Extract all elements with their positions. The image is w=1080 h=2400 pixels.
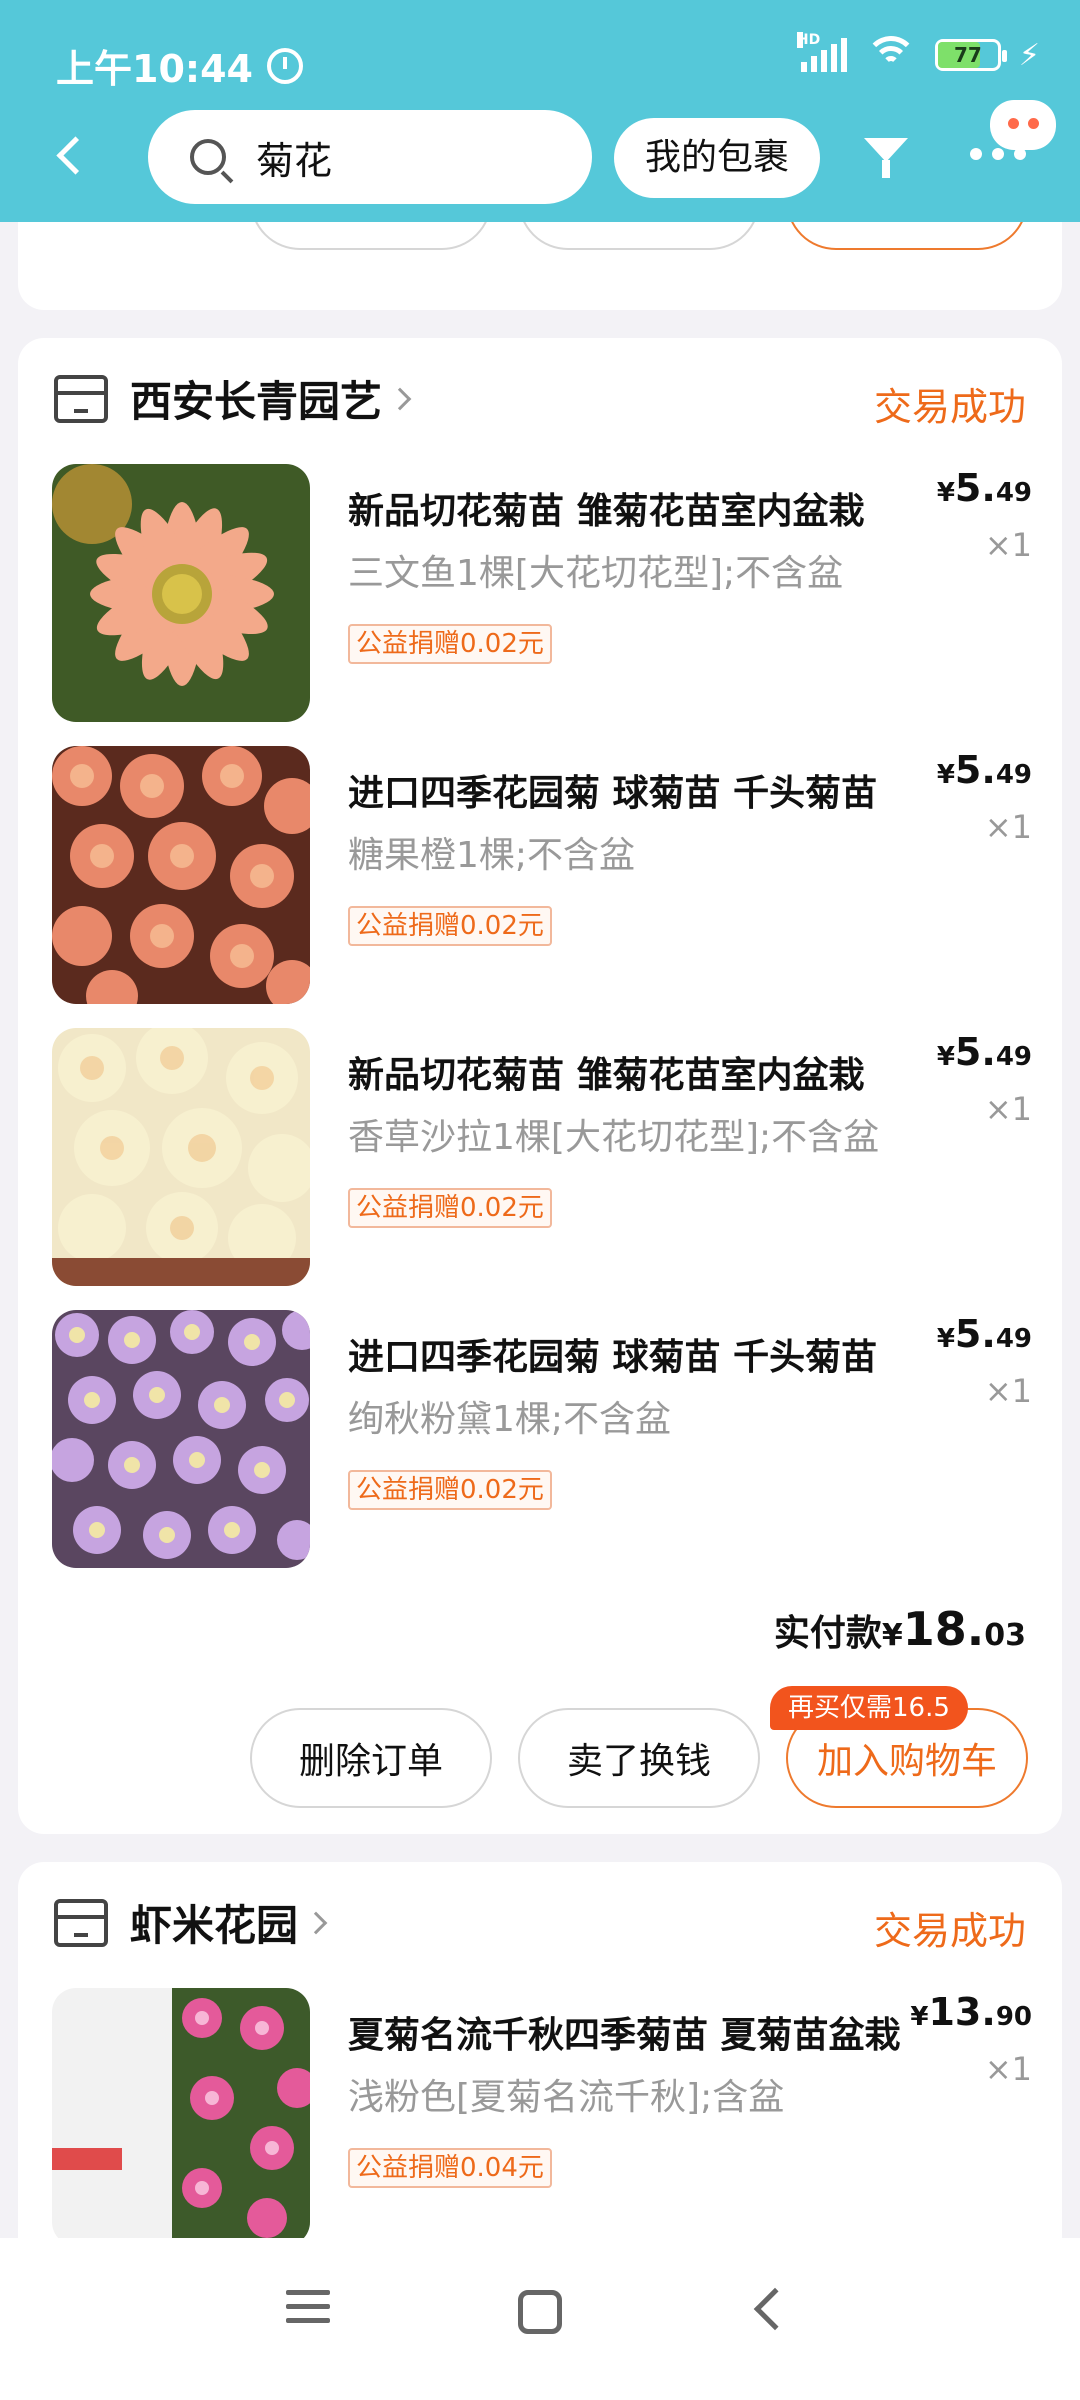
product-price: ¥5.49 (936, 1030, 1032, 1074)
search-query: 菊花 (256, 138, 333, 183)
order-item[interactable]: 进口四季花园菊 球菊苗 千头菊苗 绚秋粉黛1棵;不含盆 公益捐赠0.02元 ¥5… (52, 1310, 1032, 1570)
order-status: 交易成功 (873, 385, 1026, 429)
order-item[interactable]: 新品切花菊苗 雏菊花苗室内盆栽 三文鱼1棵[大花切花型];不含盆 公益捐赠0.0… (52, 464, 1032, 724)
order-card: 西安长青园艺 交易成功 新品切花菊苗 雏菊花苗室内盆栽 三文鱼1棵[大花切花型]… (18, 338, 1062, 1834)
battery-icon: 77 (934, 39, 1007, 71)
product-title: 进口四季花园菊 球菊苗 千头菊苗 (348, 773, 878, 814)
store-icon (54, 1898, 108, 1947)
clock-text: 上午10:44 (56, 47, 253, 91)
shop-name: 西安长青园艺 (130, 377, 383, 426)
order-status: 交易成功 (873, 1909, 1026, 1953)
product-image (52, 1310, 310, 1568)
order-total: 实付款 ¥ 18. 03 (774, 1602, 1026, 1656)
donation-tag: 公益捐赠0.02元 (348, 624, 552, 664)
product-image (52, 464, 310, 722)
product-image (52, 1028, 310, 1286)
product-title: 夏菊名流千秋四季菊苗 夏菊苗盆栽 (348, 2015, 901, 2056)
product-title: 新品切花菊苗 雏菊花苗室内盆栽 (348, 491, 865, 532)
home-icon[interactable] (518, 2290, 562, 2334)
donation-tag: 公益捐赠0.02元 (348, 1188, 552, 1228)
product-title: 新品切花菊苗 雏菊花苗室内盆栽 (348, 1055, 865, 1096)
rebuy-price-badge: 再买仅需16.5 (770, 1686, 968, 1730)
shop-header[interactable]: 虾米花园 (54, 1892, 328, 1953)
search-icon (190, 139, 226, 175)
order-item[interactable]: 夏菊名流千秋四季菊苗 夏菊苗盆栽 浅粉色[夏菊名流千秋];含盆 公益捐赠0.04… (52, 1988, 1032, 2248)
product-variant: 糖果橙1棵;不含盆 (348, 835, 636, 876)
donation-tag: 公益捐赠0.04元 (348, 2148, 552, 2188)
product-quantity: ×1 (984, 2050, 1032, 2088)
product-variant: 香草沙拉1棵[大花切花型];不含盆 (348, 1117, 880, 1158)
app-header: 上午10:44 HD 77 ⚡ 菊花 我的包裹 (0, 0, 1080, 222)
message-bubble-icon[interactable] (990, 100, 1056, 150)
product-price: ¥5.49 (936, 466, 1032, 510)
status-bar: 上午10:44 HD 77 ⚡ (0, 0, 1080, 120)
product-variant: 绚秋粉黛1棵;不含盆 (348, 1399, 672, 1440)
search-input[interactable]: 菊花 (148, 110, 592, 204)
back-icon[interactable] (753, 2287, 797, 2331)
status-icons: HD 77 ⚡ (796, 32, 1040, 74)
sell-for-cash-button[interactable]: 卖了换钱 (518, 1708, 760, 1808)
recent-apps-icon[interactable] (286, 2290, 330, 2332)
nav-row: 菊花 我的包裹 (0, 100, 1080, 204)
total-cents: 03 (984, 1618, 1026, 1653)
donation-tag: 公益捐赠0.02元 (348, 1470, 552, 1510)
back-arrow-icon[interactable] (52, 132, 92, 180)
currency-symbol: ¥ (881, 1618, 903, 1653)
product-quantity: ×1 (984, 1090, 1032, 1128)
total-amount: 18. (902, 1602, 985, 1656)
product-price: ¥5.49 (936, 748, 1032, 792)
order-item[interactable]: 进口四季花园菊 球菊苗 千头菊苗 糖果橙1棵;不含盆 公益捐赠0.02元 ¥5.… (52, 746, 1032, 1006)
filter-icon[interactable] (862, 134, 910, 182)
charging-icon: ⚡ (1018, 37, 1040, 73)
product-price: ¥5.49 (936, 1312, 1032, 1356)
product-variant: 三文鱼1棵[大花切花型];不含盆 (348, 553, 844, 594)
product-quantity: ×1 (984, 1372, 1032, 1410)
total-label: 实付款 (773, 1613, 882, 1654)
product-price: ¥13.90 (910, 1990, 1032, 2034)
donation-tag: 公益捐赠0.02元 (348, 906, 552, 946)
shop-name: 虾米花园 (130, 1901, 299, 1950)
system-navigation-bar (0, 2238, 1080, 2400)
alarm-icon (266, 47, 303, 84)
order-item[interactable]: 新品切花菊苗 雏菊花苗室内盆栽 香草沙拉1棵[大花切花型];不含盆 公益捐赠0.… (52, 1028, 1032, 1288)
shop-header[interactable]: 西安长青园艺 (54, 368, 412, 429)
battery-level: 77 (954, 43, 982, 67)
product-image (52, 1988, 310, 2246)
my-package-button[interactable]: 我的包裹 (614, 118, 820, 198)
chevron-right-icon (304, 1911, 328, 1934)
signal-icon: HD (796, 32, 847, 72)
status-time: 上午10:44 (56, 38, 303, 93)
product-image (52, 746, 310, 1004)
product-quantity: ×1 (984, 526, 1032, 564)
store-icon (54, 374, 108, 423)
wifi-icon (864, 36, 917, 74)
product-quantity: ×1 (984, 808, 1032, 846)
network-type: HD (796, 32, 821, 48)
product-title: 进口四季花园菊 球菊苗 千头菊苗 (348, 1337, 878, 1378)
chevron-right-icon (388, 387, 412, 410)
product-variant: 浅粉色[夏菊名流千秋];含盆 (348, 2077, 785, 2118)
delete-order-button[interactable]: 删除订单 (250, 1708, 492, 1808)
